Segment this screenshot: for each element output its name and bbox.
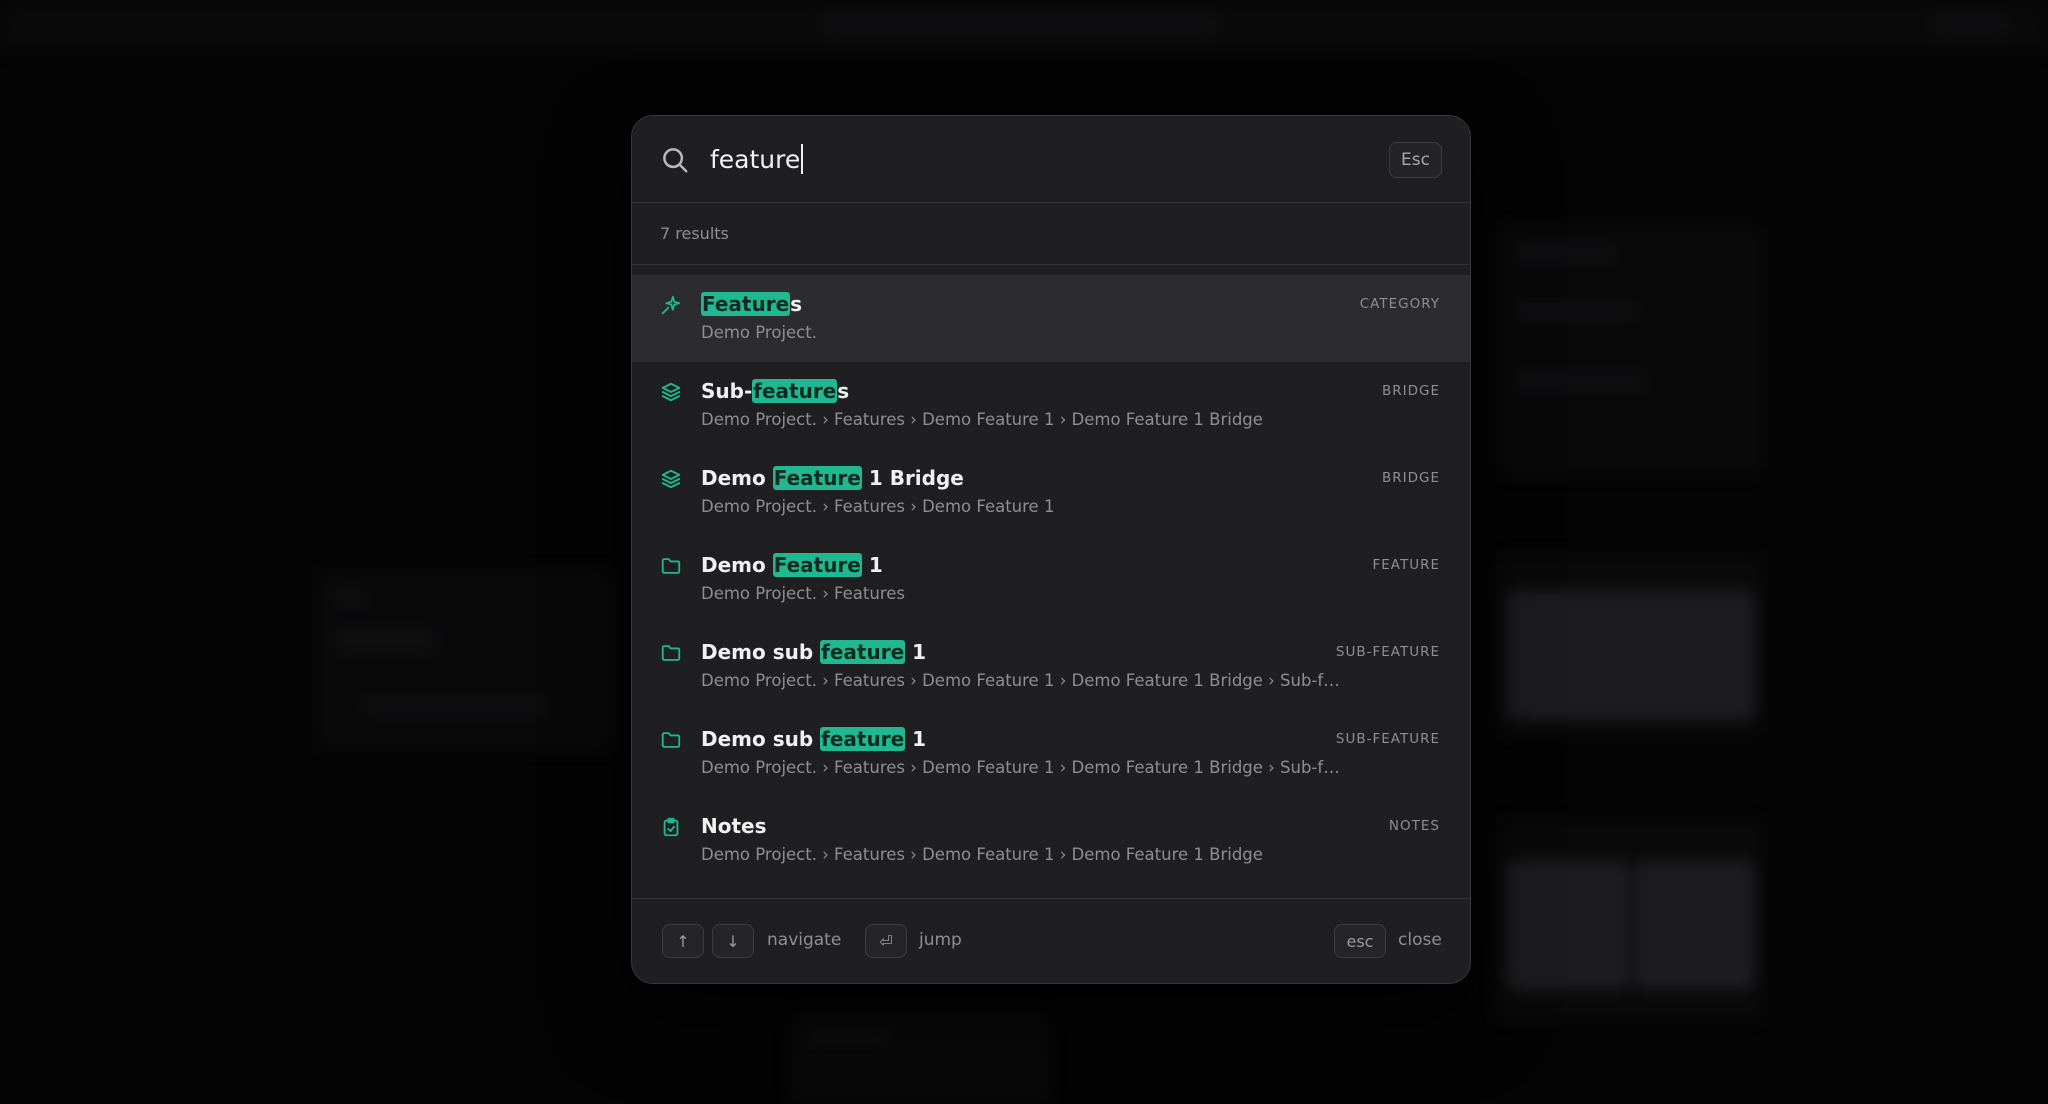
result-item[interactable]: Demo Feature 1 Bridge Demo Project. › Fe… bbox=[632, 449, 1470, 536]
search-icon bbox=[663, 148, 688, 173]
result-item[interactable]: Sub-features Demo Project. › Features › … bbox=[632, 362, 1470, 449]
search-input[interactable]: feature bbox=[710, 138, 1310, 180]
result-title: Features bbox=[701, 292, 803, 316]
match-highlight: Feature bbox=[772, 466, 862, 490]
arrow-down-key: ↓ bbox=[712, 924, 754, 958]
palette-footer: ↑ ↓ navigate ⏎ jump esc close bbox=[632, 898, 1470, 983]
folder-icon bbox=[661, 645, 681, 661]
search-query: feature bbox=[710, 144, 801, 174]
result-path: Demo Project. › Features › Demo Feature … bbox=[701, 497, 1055, 516]
result-path: Demo Project. › Features › Demo Feature … bbox=[701, 845, 1263, 864]
layers-icon bbox=[661, 382, 681, 402]
esc-key[interactable]: esc bbox=[1334, 924, 1386, 958]
result-item[interactable]: Demo sub feature 1 Demo Project. › Featu… bbox=[632, 623, 1470, 710]
match-highlight: feature bbox=[752, 379, 838, 403]
results-list: Features Demo Project. CATEGORY Sub-feat… bbox=[632, 265, 1470, 884]
result-path: Demo Project. bbox=[701, 323, 817, 342]
jump-hint: jump bbox=[919, 930, 962, 950]
match-highlight: Feature bbox=[772, 553, 862, 577]
result-title: Demo Feature 1 Bridge bbox=[701, 466, 964, 490]
result-title: Demo sub feature 1 bbox=[701, 727, 927, 751]
result-type-badge: NOTES bbox=[1388, 818, 1440, 834]
search-palette: feature Esc 7 results Features Demo Proj… bbox=[631, 115, 1471, 984]
result-type-badge: BRIDGE bbox=[1381, 383, 1440, 399]
result-type-badge: CATEGORY bbox=[1359, 296, 1440, 312]
folder-icon bbox=[661, 732, 681, 748]
result-item[interactable]: Features Demo Project. CATEGORY bbox=[632, 275, 1470, 362]
result-path: Demo Project. › Features bbox=[701, 584, 906, 603]
close-hint: close bbox=[1398, 930, 1442, 950]
result-title: Sub-features bbox=[701, 379, 850, 403]
match-highlight: feature bbox=[820, 727, 906, 751]
result-path: Demo Project. › Features › Demo Feature … bbox=[701, 758, 1341, 777]
esc-button[interactable]: Esc bbox=[1389, 142, 1442, 178]
enter-key: ⏎ bbox=[865, 924, 907, 958]
clipboard-icon bbox=[663, 817, 679, 837]
sparkle-icon bbox=[661, 295, 681, 315]
result-path: Demo Project. › Features › Demo Feature … bbox=[701, 410, 1263, 429]
text-caret bbox=[801, 144, 804, 174]
result-title: Notes bbox=[701, 814, 767, 838]
arrow-up-key: ↑ bbox=[662, 924, 704, 958]
result-type-badge: BRIDGE bbox=[1381, 470, 1440, 486]
result-type-badge: SUB-FEATURE bbox=[1335, 731, 1440, 747]
results-count: 7 results bbox=[632, 203, 1470, 265]
result-item[interactable]: Demo Feature 1 Demo Project. › Features … bbox=[632, 536, 1470, 623]
search-bar: feature Esc bbox=[632, 116, 1470, 203]
match-highlight: Feature bbox=[701, 292, 791, 316]
result-item[interactable]: Demo sub feature 1 Demo Project. › Featu… bbox=[632, 710, 1470, 797]
result-title: Demo Feature 1 bbox=[701, 553, 883, 577]
folder-icon bbox=[661, 558, 681, 574]
result-title: Demo sub feature 1 bbox=[701, 640, 927, 664]
result-item[interactable]: Notes Demo Project. › Features › Demo Fe… bbox=[632, 797, 1470, 884]
result-path: Demo Project. › Features › Demo Feature … bbox=[701, 671, 1341, 690]
result-type-badge: FEATURE bbox=[1372, 557, 1440, 573]
match-highlight: feature bbox=[820, 640, 906, 664]
result-type-badge: SUB-FEATURE bbox=[1335, 644, 1440, 660]
layers-icon bbox=[661, 469, 681, 489]
navigate-hint: navigate bbox=[767, 930, 842, 950]
